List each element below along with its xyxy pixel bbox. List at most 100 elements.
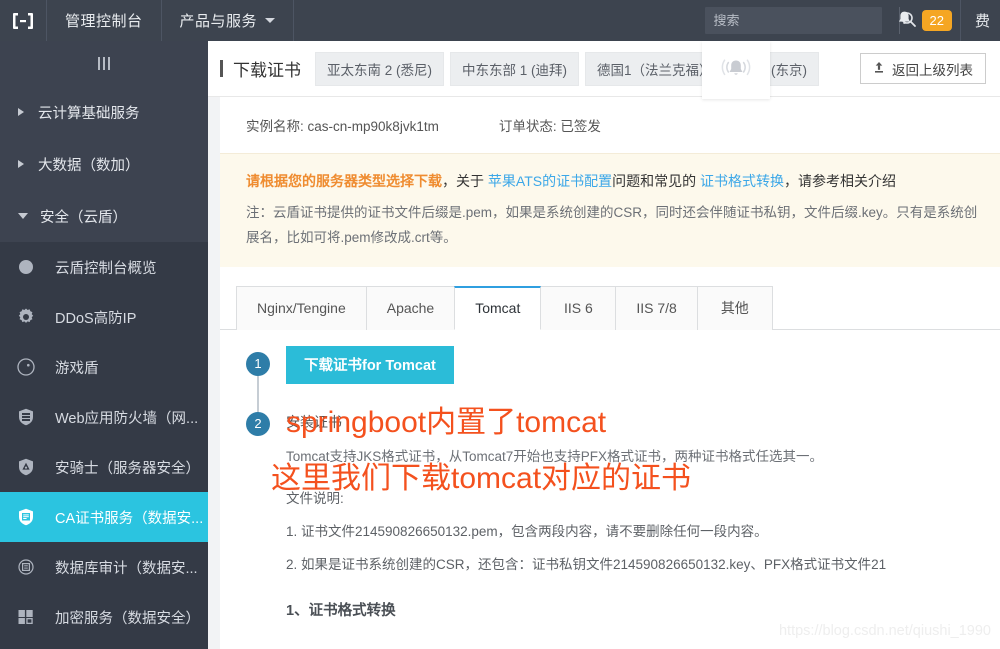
sidebar-item-label: 游戏盾 [55, 360, 99, 377]
sidebar-group-cloud-computing[interactable]: 云计算基础服务 [0, 86, 208, 138]
web-shield-icon [16, 407, 46, 427]
sidebar-collapse-handle[interactable] [0, 41, 208, 86]
tab-label: Tomcat [475, 300, 521, 317]
fee-menu-label: 费 [974, 13, 990, 30]
instance-name-value: cas-cn-mp90k8jvk1tm [307, 119, 439, 134]
certificate-shield-icon [16, 507, 46, 527]
tab-iis-7-8[interactable]: IIS 7/8 [615, 285, 698, 330]
tab-apache[interactable]: Apache [365, 285, 456, 330]
notifications-button[interactable]: 22 [896, 0, 960, 41]
sidebar-item-label: 云盾控制台概览 [55, 260, 157, 277]
file-description-item-2: 2. 如果是证书系统创建的CSR，还包含：证书私钥文件2145908266501… [286, 556, 887, 572]
sidebar-item-encryption-service[interactable]: 加密服务（数据安全） [0, 592, 208, 642]
region-tab-label: 中东东部 1 (迪拜) [462, 62, 568, 78]
bell-icon [896, 10, 913, 31]
back-to-list-label: 返回上级列表 [892, 62, 973, 78]
notice-after-strong: ，关于 [442, 173, 488, 189]
tab-other[interactable]: 其他 [696, 285, 773, 330]
page-title: 下载证书 [220, 56, 315, 81]
instance-name: 实例名称: cas-cn-mp90k8jvk1tm [246, 115, 439, 135]
sidebar-item-yundun-overview[interactable]: 云盾控制台概览 [0, 242, 208, 292]
game-shield-icon [16, 357, 46, 377]
notification-count-badge: 22 [921, 9, 952, 32]
tab-label: Nginx/Tengine [257, 300, 346, 317]
encryption-icon [16, 607, 46, 627]
server-type-tabs: Nginx/Tengine Apache Tomcat IIS 6 IIS 7/… [220, 266, 1000, 330]
chevron-down-icon [265, 18, 276, 23]
sidebar-item-database-audit[interactable]: 数据库审计（数据安... [0, 542, 208, 592]
sidebar-item-ddos[interactable]: DDoS高防IP [0, 292, 208, 342]
file-description-item-1: 1. 证书文件214590826650132.pem，包含两段内容，请不要删除任… [286, 523, 768, 539]
installation-steps: 1 下载证书for Tomcat 2 安装证书 Tomcat支持JKS格式证书，… [220, 330, 1000, 620]
database-audit-icon [16, 557, 46, 577]
sidebar-group-security[interactable]: 安全（云盾） [0, 190, 208, 242]
sidebar: 云计算基础服务 大数据（数加） 安全（云盾） 云盾控制台概览 DDoS高防IP [0, 41, 208, 649]
upload-arrow-icon [873, 61, 885, 77]
ringing-bell-icon [714, 54, 758, 87]
nav-management-console[interactable]: 管理控制台 [47, 0, 162, 41]
app-root: 管理控制台 产品与服务 搜索 22 费 云计算基础服务 大数据（数加） 安全（云… [0, 0, 1000, 649]
tab-label: IIS 6 [563, 300, 593, 317]
main-content: 下载证书 亚太东南 2 (悉尼) 中东东部 1 (迪拜) 德国1（法兰克福） 北… [208, 41, 1000, 649]
download-certificate-button[interactable]: 下载证书for Tomcat [286, 345, 454, 384]
tab-label: IIS 7/8 [636, 300, 677, 317]
section-format-conversion-title: 1、证书格式转换 [286, 602, 396, 619]
order-status: 订单状态: 已签发 [499, 115, 601, 135]
notice-link-format-conversion[interactable]: 证书格式转换 [700, 173, 784, 189]
sidebar-item-server-guard[interactable]: 安骑士（服务器安全） [0, 442, 208, 492]
sidebar-group-big-data[interactable]: 大数据（数加） [0, 138, 208, 190]
chevron-down-icon [18, 213, 28, 219]
notice-link-ats-config[interactable]: 苹果ATS的证书配置 [488, 173, 612, 189]
logo[interactable] [0, 0, 47, 41]
bell-notification-popup[interactable] [702, 41, 770, 99]
circle-icon [16, 257, 46, 277]
sidebar-item-waf[interactable]: Web应用防火墙（网... [0, 392, 208, 442]
region-tab-dubai[interactable]: 中东东部 1 (迪拜) [450, 51, 580, 86]
nav-management-console-label: 管理控制台 [65, 13, 143, 30]
agent-shield-icon [16, 457, 46, 477]
region-tab-sydney[interactable]: 亚太东南 2 (悉尼) [315, 51, 445, 86]
step-1-download: 1 下载证书for Tomcat [246, 345, 1000, 430]
sidebar-item-ca-certificate-service[interactable]: CA证书服务（数据安... [0, 492, 208, 542]
nav-products-and-services-label: 产品与服务 [179, 13, 258, 30]
chevron-right-icon [18, 160, 24, 168]
notice-tail-text: ，请参考相关介绍 [783, 173, 896, 189]
back-to-list-button[interactable]: 返回上级列表 [860, 53, 986, 84]
instance-name-label: 实例名称: [246, 119, 304, 134]
notice-note-line-1: 注：云盾证书提供的证书文件后缀是.pem，如果是系统创建的CSR，同时还会伴随证… [246, 204, 978, 220]
sidebar-item-label: DDoS高防IP [55, 310, 137, 327]
chevron-right-icon [18, 108, 24, 116]
sidebar-item-label: Web应用防火墙（网... [55, 410, 199, 427]
tab-tomcat[interactable]: Tomcat [454, 285, 542, 330]
search-input[interactable] [704, 13, 899, 28]
region-tab-label: 德国1（法兰克福） [597, 62, 713, 78]
sidebar-group-label: 大数据（数加） [38, 157, 140, 174]
nav-products-and-services[interactable]: 产品与服务 [162, 0, 295, 41]
sidebar-item-label: 加密服务（数据安全） [55, 610, 200, 627]
certificate-download-card: 实例名称: cas-cn-mp90k8jvk1tm 订单状态: 已签发 请根据您… [220, 97, 1000, 649]
cloud-bracket-logo-icon [11, 11, 35, 31]
sidebar-item-label: CA证书服务（数据安... [55, 510, 204, 527]
tab-label: Apache [386, 300, 435, 317]
notice-strong-text: 请根据您的服务器类型选择下载 [246, 173, 442, 189]
instance-meta-row: 实例名称: cas-cn-mp90k8jvk1tm 订单状态: 已签发 [220, 97, 1000, 153]
fee-menu[interactable]: 费 [959, 0, 1000, 41]
search-box[interactable] [704, 7, 916, 34]
step-2-install: 2 安装证书 Tomcat支持JKS格式证书，从Tomcat7开始也支持PFX格… [246, 411, 1000, 620]
title-accent-bar [220, 60, 223, 77]
tab-nginx-tengine[interactable]: Nginx/Tengine [236, 285, 367, 330]
sidebar-item-risk-control[interactable]: 数据风控（业务安全） [0, 642, 208, 649]
page-title-label: 下载证书 [233, 61, 301, 80]
sidebar-item-game-shield[interactable]: 游戏盾 [0, 342, 208, 392]
notice-secondary-lines: 注：云盾证书提供的证书文件后缀是.pem，如果是系统创建的CSR，同时还会伴随证… [246, 201, 994, 251]
step-2-number: 2 [246, 411, 270, 436]
page-header: 下载证书 亚太东南 2 (悉尼) 中东东部 1 (迪拜) 德国1（法兰克福） 北… [208, 41, 1000, 97]
notice-primary-line: 请根据您的服务器类型选择下载，关于 苹果ATS的证书配置问题和常见的 证书格式转… [246, 169, 994, 195]
collapse-handle-icon [98, 57, 110, 70]
sidebar-item-label: 数据库审计（数据安... [55, 560, 198, 577]
watermark: https://blog.csdn.net/qiushi_1990 [778, 623, 991, 639]
sidebar-group-label: 安全（云盾） [40, 209, 127, 226]
region-tab-label: 亚太东南 2 (悉尼) [327, 62, 433, 78]
tab-iis-6[interactable]: IIS 6 [540, 285, 617, 330]
